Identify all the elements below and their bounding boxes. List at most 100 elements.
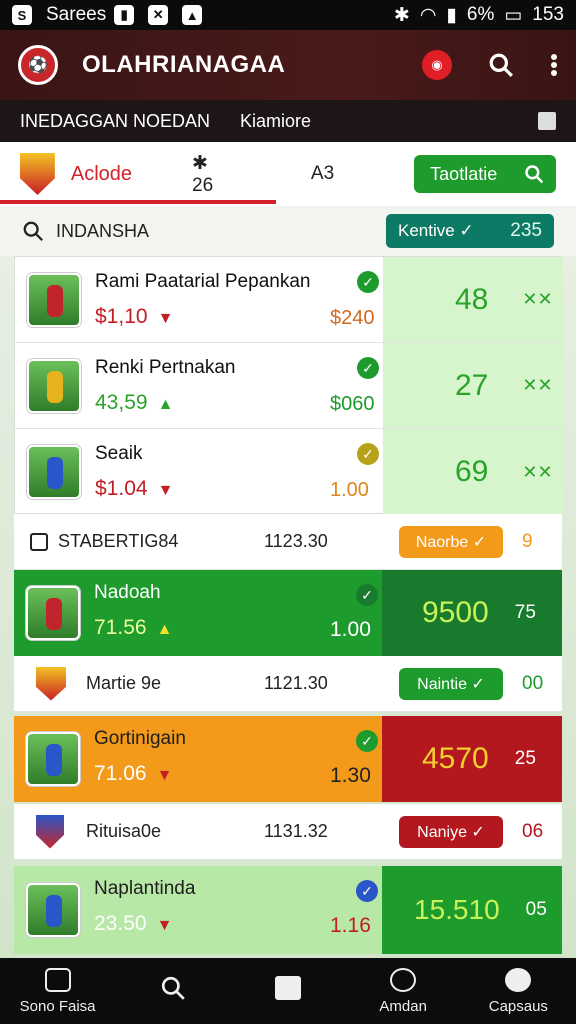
featured-player-row[interactable]: Nadoah 71.56 ▲ ✓ 1.00 9500 75 <box>14 570 562 656</box>
up-arrow-icon: ▲ <box>157 396 174 413</box>
stat-number: 06 <box>522 820 544 842</box>
search-icon[interactable] <box>488 52 514 78</box>
close-icon[interactable]: ✕✕ <box>522 375 552 396</box>
gear-icon <box>505 967 532 992</box>
document-icon <box>30 532 48 551</box>
player-odds: 1.16 <box>330 914 371 937</box>
player-name: Renki Pertnakan <box>95 357 236 378</box>
search-row: INDANSHA Kentive ✓ 235 <box>0 206 576 256</box>
close-icon[interactable]: ✕✕ <box>522 462 552 483</box>
nav-tag[interactable] <box>233 976 343 1006</box>
player-name: Seaik <box>95 443 143 464</box>
tab-2[interactable]: ✱ 26 <box>192 152 231 197</box>
stat-name: Rituisa0e <box>86 821 162 841</box>
search-button[interactable]: Taotlatie <box>414 155 556 193</box>
score-panel: 9500 75 <box>382 570 562 656</box>
list-item[interactable]: Rami Paatarial Pepankan $1,10 ▼ ✓ $240 48… <box>15 257 563 343</box>
nav-home[interactable]: Sono Faisa <box>3 967 113 1015</box>
club-crest-icon <box>36 666 66 701</box>
player-name: Naplantinda <box>94 878 196 899</box>
wifi-icon: ◠ <box>419 4 437 26</box>
stat-value: 1123.30 <box>264 531 328 551</box>
alert-icon: ▲ <box>182 5 203 25</box>
tab-3[interactable]: A3 <box>311 163 334 185</box>
search-icon[interactable] <box>22 220 44 242</box>
subheader-right[interactable]: Kiamiore <box>240 111 311 132</box>
search-label[interactable]: INDANSHA <box>56 221 149 242</box>
score-number: 05 <box>525 899 547 920</box>
tag-icon <box>274 976 301 1000</box>
check-icon: ✓ <box>356 584 378 606</box>
battery-icon: ▭ <box>504 4 523 26</box>
player-price: 71.06 ▼ <box>94 762 173 785</box>
player-odds: 1.00 <box>330 479 369 501</box>
up-arrow-icon: ▲ <box>156 621 173 638</box>
player-avatar <box>27 272 81 327</box>
search-icon <box>161 976 185 1000</box>
nav-search[interactable] <box>118 975 228 1007</box>
stat-row[interactable]: Martie 9e 1121.30 Naintie ✓ 00 <box>14 656 562 712</box>
score-value: 15.510 <box>414 894 500 925</box>
score-value: 9500 <box>422 596 489 629</box>
stat-button[interactable]: Naintie ✓ <box>399 667 503 700</box>
score-box: 69 ✕✕ <box>383 429 563 515</box>
stat-row[interactable]: Rituisa0e 1131.32 Naniye ✓ 06 <box>14 804 562 860</box>
tab-active[interactable]: Aclode <box>71 163 132 186</box>
tab-underline <box>0 200 276 204</box>
signal-icon: ▮ <box>446 4 457 26</box>
notification-badge-icon[interactable]: ◉ <box>422 50 452 80</box>
status-bar: S Sarees ▮ ✕ ▲ ✱ ◠ ▮ 6% ▭ 153 <box>0 0 576 30</box>
score-box: 48 ✕✕ <box>383 257 563 342</box>
clock: 153 <box>532 4 564 25</box>
player-avatar <box>27 445 81 499</box>
xbox-icon: ✕ <box>148 5 169 25</box>
bottom-navigation: Sono Faisa Amdan Capsaus <box>0 958 576 1024</box>
sub-header: INEDAGGAN NOEDAN Kiamiore <box>0 100 576 142</box>
nav-timer[interactable]: Amdan <box>348 967 458 1015</box>
stat-button[interactable]: Naorbe ✓ <box>399 525 503 558</box>
more-options-icon[interactable] <box>550 53 558 77</box>
app-logo-icon[interactable]: ⚽ <box>18 45 58 85</box>
score-value: 4570 <box>422 742 489 775</box>
list-item[interactable]: Seaik $1.04 ▼ ✓ 1.00 69 ✕✕ <box>15 429 563 515</box>
status-left: S Sarees ▮ ✕ ▲ <box>12 4 208 26</box>
filter-pill[interactable]: Kentive ✓ 235 <box>386 214 554 248</box>
notification-icon: ▮ <box>114 5 135 25</box>
score-number: 75 <box>514 602 536 623</box>
stat-name: Martie 9e <box>86 673 162 693</box>
subheader-left[interactable]: INEDAGGAN NOEDAN <box>20 111 210 132</box>
battery-text: 6% <box>466 4 495 25</box>
featured-player-row[interactable]: Naplantinda 23.50 ▼ ✓ 1.16 15.510 05 <box>14 866 562 954</box>
score-box: 27 ✕✕ <box>383 343 563 428</box>
check-icon: ✓ <box>357 271 379 293</box>
trophy-icon[interactable] <box>538 112 556 130</box>
featured-player-row[interactable]: Gortinigain 71.06 ▼ ✓ 1.30 4570 25 <box>14 716 562 802</box>
nav-settings[interactable]: Capsaus <box>463 967 573 1015</box>
stat-number: 00 <box>522 672 544 694</box>
player-avatar <box>26 883 80 937</box>
search-icon <box>525 165 544 184</box>
down-arrow-icon: ▼ <box>157 482 174 499</box>
close-icon[interactable]: ✕✕ <box>522 289 552 310</box>
player-price: $1,10 ▼ <box>95 305 174 328</box>
list-item[interactable]: Renki Pertnakan 43,59 ▲ ✓ $060 27 ✕✕ <box>15 343 563 429</box>
check-icon: ✓ <box>357 357 379 379</box>
filter-pill-label: Kentive ✓ <box>398 221 474 240</box>
player-price: $1.04 ▼ <box>95 477 174 500</box>
down-arrow-icon: ▼ <box>156 917 173 934</box>
player-odds: 1.00 <box>330 618 371 641</box>
player-name: Nadoah <box>94 582 161 603</box>
stat-number: 9 <box>522 530 533 552</box>
down-arrow-icon: ▼ <box>157 310 174 327</box>
player-price: 71.56 ▲ <box>94 616 173 639</box>
stat-button[interactable]: Naniye ✓ <box>399 815 503 848</box>
club-crest-icon <box>36 814 64 849</box>
stat-row[interactable]: STABERTIG84 1123.30 Naorbe ✓ 9 <box>14 514 562 570</box>
tab-row: Aclode ✱ 26 A3 Taotlatie <box>0 142 576 206</box>
filter-pill-value: 235 <box>510 220 542 241</box>
app-title: OLAHRIANAGAA <box>82 51 286 78</box>
player-name: Gortinigain <box>94 728 186 749</box>
score-value: 69 <box>455 455 489 488</box>
home-icon <box>44 967 71 992</box>
player-card: Rami Paatarial Pepankan $1,10 ▼ ✓ $240 48… <box>14 256 563 515</box>
